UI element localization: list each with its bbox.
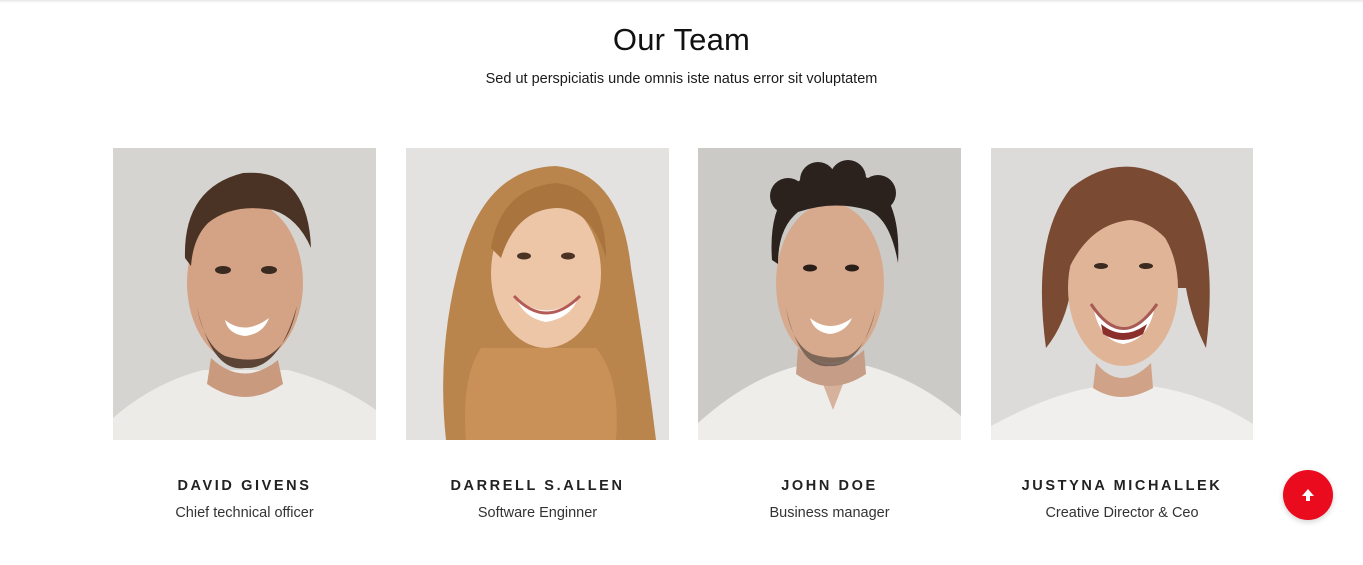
team-member-name: DAVID GIVENS bbox=[177, 478, 312, 494]
team-card: JOHN DOE Business manager bbox=[698, 148, 961, 521]
team-card: DAVID GIVENS Chief technical officer bbox=[113, 148, 376, 521]
header-shadow bbox=[0, 0, 1363, 3]
team-card: DARRELL S.ALLEN Software Enginner bbox=[406, 148, 669, 521]
team-member-role: Software Enginner bbox=[477, 505, 598, 521]
team-card: JUSTYNA MICHALLEK Creative Director & Ce… bbox=[991, 148, 1253, 521]
arrow-up-icon bbox=[1302, 489, 1314, 501]
team-grid: DAVID GIVENS Chief technical officer DAR… bbox=[113, 148, 1253, 538]
team-member-photo bbox=[991, 148, 1253, 440]
team-member-name: JOHN DOE bbox=[781, 478, 878, 494]
team-member-role: Chief technical officer bbox=[175, 505, 314, 521]
team-member-photo bbox=[406, 148, 669, 440]
section-subtitle: Sed ut perspiciatis unde omnis iste natu… bbox=[485, 71, 878, 87]
team-section: Our Team Sed ut perspiciatis unde omnis … bbox=[0, 0, 1363, 565]
section-title: Our Team bbox=[612, 22, 751, 57]
team-member-name: JUSTYNA MICHALLEK bbox=[1021, 478, 1223, 494]
scroll-to-top-button[interactable] bbox=[1283, 470, 1333, 520]
team-member-photo bbox=[698, 148, 961, 440]
team-member-photo bbox=[113, 148, 376, 440]
team-member-role: Business manager bbox=[769, 505, 890, 521]
team-member-name: DARRELL S.ALLEN bbox=[450, 478, 625, 494]
team-member-role: Creative Director & Ceo bbox=[1045, 505, 1199, 521]
